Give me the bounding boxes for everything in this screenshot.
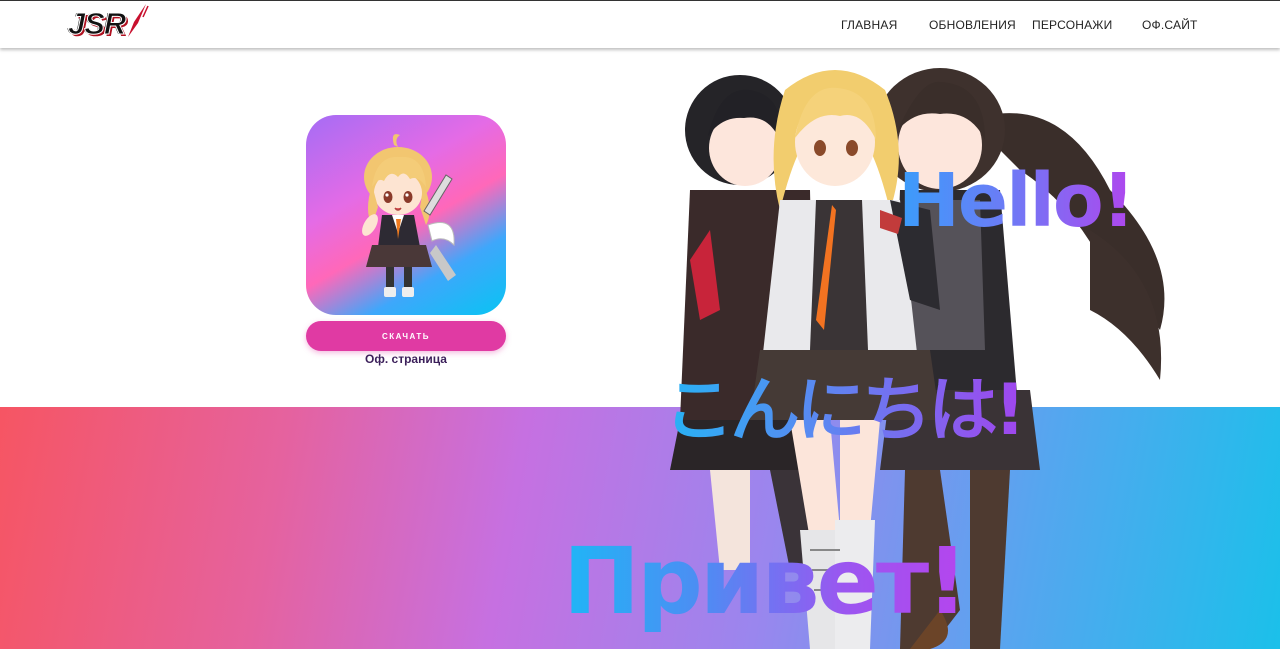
official-page-link[interactable]: Оф. страница [306,352,506,366]
nav-item-updates[interactable]: ОБНОВЛЕНИЯ [929,18,1016,32]
logo-text: JSR [67,6,126,42]
nav-item-official-site[interactable]: ОФ.САЙТ [1142,18,1198,32]
logo-slash-icon [128,4,149,37]
greeting-hello: Hello! [898,158,1135,244]
jsr-logo[interactable]: JSR [66,3,149,43]
greeting-konnichiwa: こんにちは! [664,354,1026,455]
download-button[interactable]: СКАЧАТЬ [306,321,506,351]
page: JSR ГЛАВНАЯ ОБНОВЛЕНИЯ ПЕРСОНАЖИ ОФ.САЙТ [0,0,1280,649]
chibi-character-icon [362,134,456,297]
nav-item-main[interactable]: ГЛАВНАЯ [841,18,897,32]
greeting-privet: Привет! [563,528,968,635]
top-header: JSR ГЛАВНАЯ ОБНОВЛЕНИЯ ПЕРСОНАЖИ ОФ.САЙТ [0,0,1280,48]
app-icon[interactable] [306,115,506,315]
nav-item-characters[interactable]: ПЕРСОНАЖИ [1032,18,1112,32]
